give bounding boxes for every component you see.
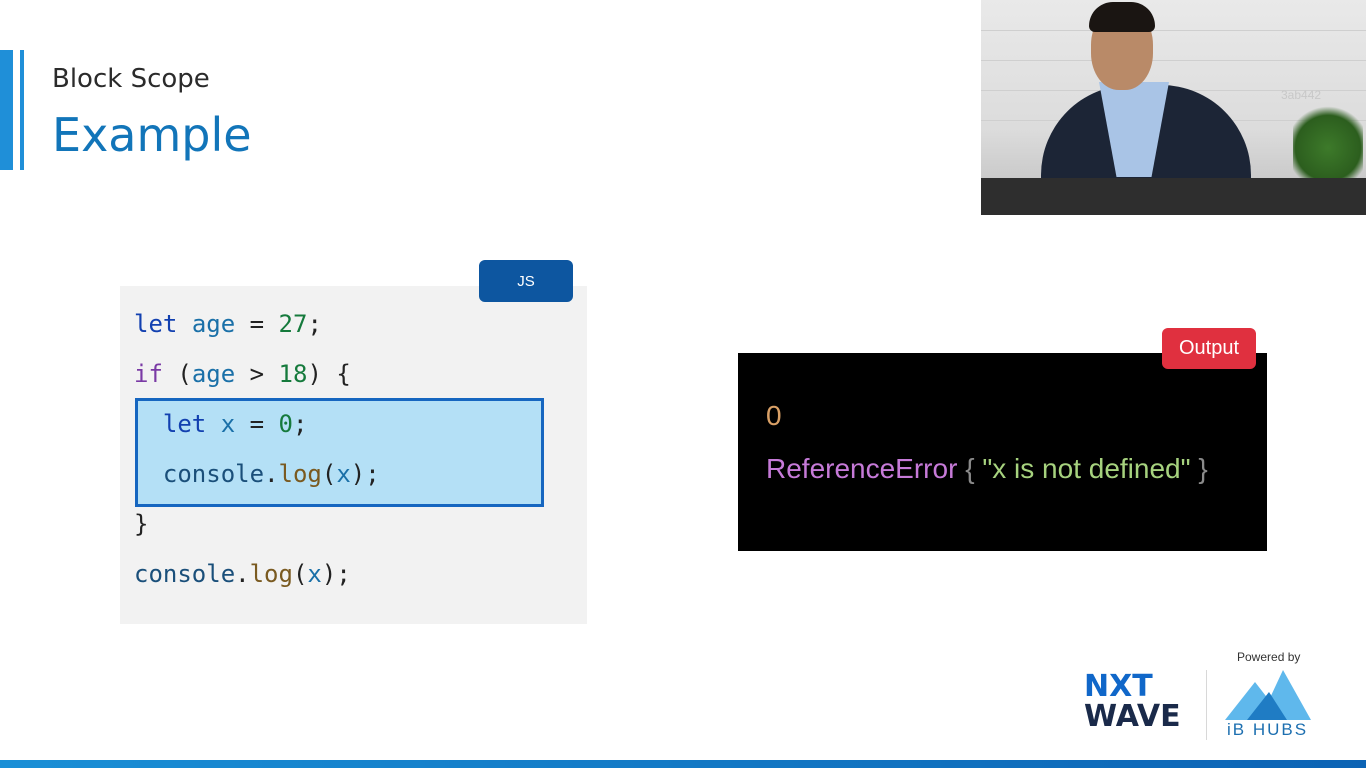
bottom-strip [0, 760, 1366, 768]
code-line-4: console.log(x); [162, 460, 380, 488]
code-line-1: let age = 27; [134, 310, 322, 338]
accent-bar [0, 50, 13, 170]
error-name: ReferenceError [766, 453, 958, 484]
error-message: "x is not defined" [982, 453, 1191, 484]
code-line-2: if (age > 18) { [134, 360, 351, 388]
js-badge: JS [479, 260, 573, 302]
output-panel [738, 353, 1267, 551]
slide-subtitle: Block Scope [52, 64, 210, 94]
code-line-6: console.log(x); [134, 560, 351, 588]
powered-by-label: Powered by [1237, 650, 1301, 664]
webcam-watermark: 3ab442 [1281, 88, 1322, 102]
code-line-3: let x = 0; [162, 410, 308, 438]
webcam-video: 3ab442 [981, 0, 1366, 215]
logo-divider [1206, 670, 1207, 740]
output-badge: Output [1162, 328, 1256, 369]
ib-hubs-logo-text: iB HUBS [1227, 720, 1309, 739]
output-value: 0 [766, 400, 782, 431]
desk [981, 178, 1366, 215]
accent-bar-thin [20, 50, 24, 170]
nxtwave-logo: NXT WAVE [1084, 669, 1181, 734]
plant-image [1293, 100, 1363, 180]
output-error: ReferenceError { "x is not defined" } [766, 453, 1208, 484]
code-line-5: } [134, 510, 149, 538]
slide-title: Example [52, 108, 252, 162]
ib-hubs-mountain-icon [1225, 670, 1311, 720]
